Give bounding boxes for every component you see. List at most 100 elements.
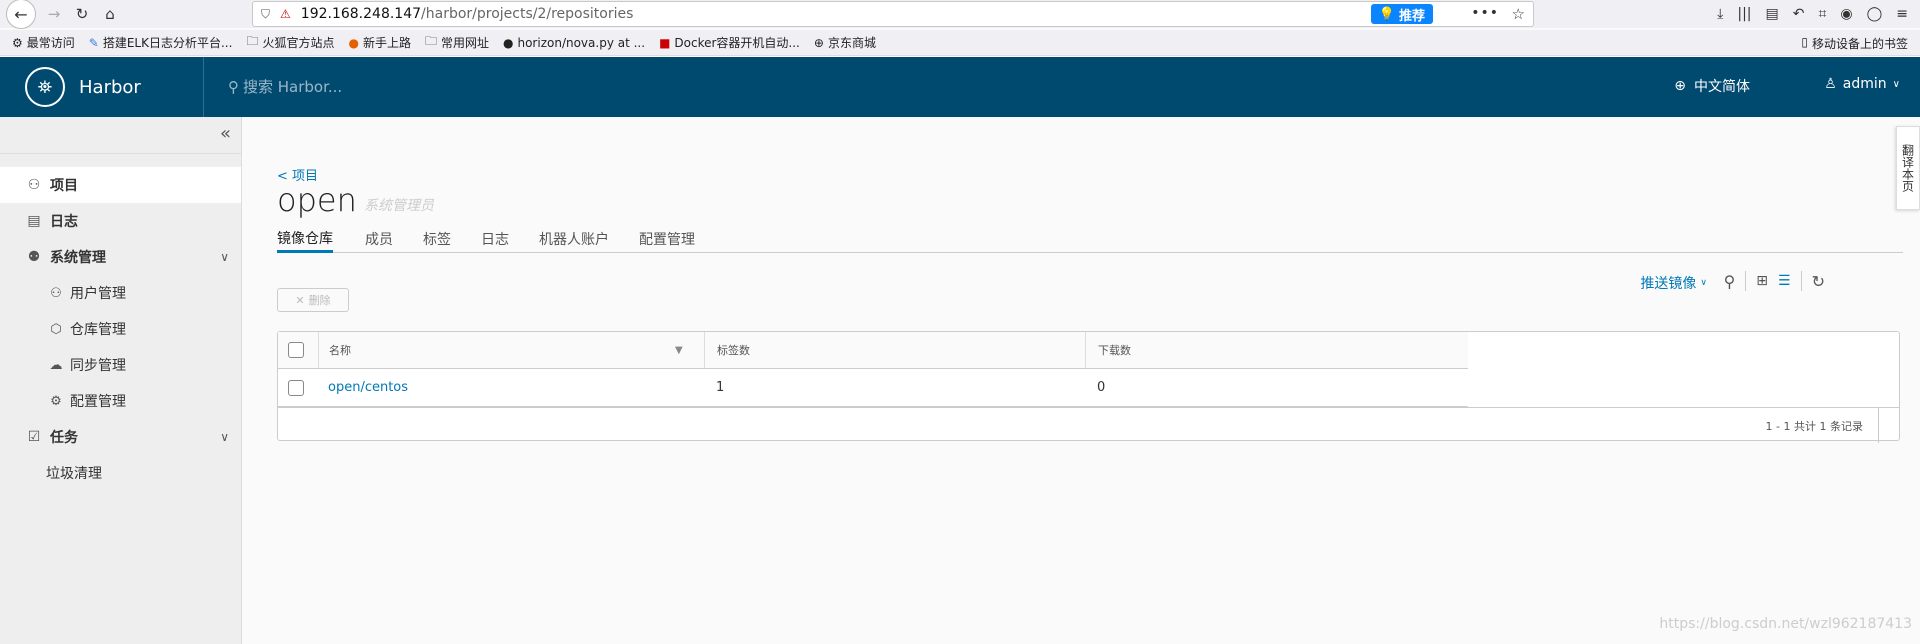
reload-icon: ↻ <box>75 5 89 23</box>
menu-icon[interactable]: ≡ <box>1896 6 1908 22</box>
search-icon[interactable]: ⚲ <box>1724 272 1736 291</box>
bookmark-label: 新手上路 <box>362 36 411 50</box>
admin-icon: ⚉ <box>27 249 41 265</box>
brand-name[interactable]: Harbor <box>79 77 141 98</box>
tab-label: 镜像仓库 <box>277 230 333 247</box>
insecure-lock-icon: ⚠ <box>280 7 291 21</box>
role-badge: 系统管理员 <box>364 198 434 214</box>
tab-repositories[interactable]: 镜像仓库 <box>277 225 333 253</box>
sidebar-item-users[interactable]: ⚇ 用户管理 <box>0 275 241 311</box>
bookmark-item[interactable]: 🗀 火狐官方站点 <box>246 32 334 53</box>
download-icon[interactable]: ⤓ <box>1717 6 1723 22</box>
globe-icon: ⊕ <box>1674 78 1686 94</box>
toolbar-divider <box>1745 271 1747 291</box>
repo-name-link[interactable]: open/centos <box>328 380 408 395</box>
sidebar-item-label: 任务 <box>50 430 78 446</box>
tab-labels[interactable]: 标签 <box>423 225 451 253</box>
folder-icon: 🗀 <box>246 34 259 48</box>
row-select-cell <box>288 369 304 406</box>
language-selector[interactable]: ⊕ 中文简体 <box>1674 76 1750 96</box>
undo-icon[interactable]: ↶ <box>1793 6 1805 22</box>
close-icon: ✕ <box>295 293 305 307</box>
url-host: 192.168.248.147 <box>300 6 422 22</box>
bookmark-item[interactable]: ● horizon/nova.py at ... <box>503 36 645 50</box>
tab-configuration[interactable]: 配置管理 <box>639 225 695 253</box>
column-name[interactable]: 名称 <box>318 332 748 368</box>
pulls-count: 0 <box>1097 380 1106 395</box>
select-all-checkbox[interactable] <box>288 342 304 358</box>
row-checkbox[interactable] <box>288 379 304 396</box>
column-pulls[interactable]: 下载数 <box>1085 332 1465 368</box>
crop-icon[interactable]: ⌗ <box>1818 6 1826 22</box>
bookmark-item[interactable]: ✎ 搭建ELK日志分析平台... <box>89 34 233 51</box>
home-button[interactable]: ⌂ <box>96 0 124 28</box>
chat-icon[interactable]: ◉ <box>1840 6 1852 22</box>
translate-page-tab[interactable]: 翻译本页 <box>1896 126 1920 210</box>
filter-icon[interactable]: ▼ <box>675 345 683 356</box>
main-content: < 项目 open 系统管理员 镜像仓库 成员 标签 日志 机器人账户 配置管理… <box>277 117 1903 644</box>
url-path: /harbor/projects/2/repositories <box>421 6 634 22</box>
column-label: 标签数 <box>717 344 750 357</box>
language-label: 中文简体 <box>1694 79 1750 95</box>
sidebar-item-projects[interactable]: ⚇ 项目 <box>0 167 241 203</box>
project-icon: ⚇ <box>27 177 41 193</box>
sidebar: « ⚇ 项目 ▤ 日志 ⚉ 系统管理 ∨ ⚇ 用户管理 ⬡ 仓库管理 ☁ 同步管理 ⚙ 配置管… <box>0 117 242 644</box>
sidebar-item-configuration[interactable]: ⚙ 配置管理 <box>0 383 241 419</box>
bookmark-item[interactable]: ● 新手上路 <box>348 34 411 51</box>
global-search[interactable]: ⚲ 搜索 Harbor... <box>228 76 342 97</box>
sidebar-item-label: 配置管理 <box>70 394 126 410</box>
user-icon: ♙ <box>1824 76 1837 92</box>
more-icon[interactable]: ••• <box>1471 5 1499 21</box>
account-icon[interactable]: ◯ <box>1867 6 1883 22</box>
mobile-bookmarks[interactable]: ▯ 移动设备上的书签 <box>1801 35 1908 52</box>
page-title: open <box>277 181 357 219</box>
table-header: 名称 ▼ 标签数 下载数 <box>278 332 1468 369</box>
sidebar-item-registries[interactable]: ⬡ 仓库管理 <box>0 311 241 347</box>
sidebar-item-label: 系统管理 <box>50 250 106 266</box>
recommend-button[interactable]: 💡 推荐 <box>1370 4 1433 24</box>
chevron-down-icon: ∨ <box>220 250 229 264</box>
card-view-icon[interactable]: ⊞ <box>1756 273 1768 289</box>
sidebar-item-gc[interactable]: 垃圾清理 <box>0 455 241 491</box>
box-icon: ⬡ <box>50 321 62 337</box>
url-bar[interactable]: ⛉ ⚠ 192.168.248.147/harbor/projects/2/re… <box>252 1 1534 27</box>
header-divider <box>203 57 204 117</box>
bookmark-label: 搭建ELK日志分析平台... <box>102 36 233 50</box>
push-image-label: 推送镜像 <box>1640 276 1697 292</box>
library-icon[interactable]: ||| <box>1737 6 1751 22</box>
arrow-right-icon: → <box>47 5 61 23</box>
reload-button[interactable]: ↻ <box>68 0 96 28</box>
push-image-button[interactable]: 推送镜像 ∨ <box>1640 273 1707 293</box>
tab-robot-accounts[interactable]: 机器人账户 <box>539 225 609 253</box>
tab-logs[interactable]: 日志 <box>481 225 509 253</box>
bookmark-item[interactable]: ■ Docker容器开机自动... <box>659 34 800 51</box>
sidebar-item-logs[interactable]: ▤ 日志 <box>0 203 241 239</box>
sidebar-item-label: 同步管理 <box>70 358 126 374</box>
bookmark-item[interactable]: 🗀 常用网址 <box>425 32 489 53</box>
user-menu[interactable]: ♙ admin ∨ <box>1824 76 1900 92</box>
chevron-down-icon: ∨ <box>1892 78 1900 90</box>
sidebar-item-tasks[interactable]: ☑ 任务 ∨ <box>0 419 241 455</box>
tab-label: 日志 <box>481 232 509 248</box>
list-view-icon[interactable]: ☰ <box>1778 273 1791 289</box>
bookmark-item[interactable]: ⚙ 最常访问 <box>12 34 75 51</box>
collapse-sidebar-icon[interactable]: « <box>220 123 231 144</box>
column-tags[interactable]: 标签数 <box>704 332 1086 368</box>
back-button[interactable]: ← <box>6 0 36 29</box>
chevron-down-icon: ∨ <box>1700 278 1707 288</box>
sidebar-item-replication[interactable]: ☁ 同步管理 <box>0 347 241 383</box>
tab-members[interactable]: 成员 <box>365 225 393 253</box>
csdn-icon: ■ <box>659 35 671 50</box>
column-label: 下载数 <box>1098 344 1131 357</box>
sidebar-icon[interactable]: ▤ <box>1766 6 1779 22</box>
forward-button[interactable]: → <box>40 0 68 28</box>
sidebar-item-admin[interactable]: ⚉ 系统管理 ∨ <box>0 239 241 275</box>
bookmark-item[interactable]: ⊕ 京东商城 <box>814 34 876 51</box>
refresh-icon[interactable]: ↻ <box>1812 272 1825 291</box>
search-icon: ⚲ <box>228 77 239 96</box>
search-input[interactable]: 搜索 Harbor... <box>243 76 342 97</box>
home-icon: ⌂ <box>105 5 115 23</box>
delete-button[interactable]: ✕ 删除 <box>277 288 349 312</box>
star-icon[interactable]: ☆ <box>1512 5 1525 23</box>
harbor-logo-icon[interactable]: ⛯ <box>25 67 65 107</box>
